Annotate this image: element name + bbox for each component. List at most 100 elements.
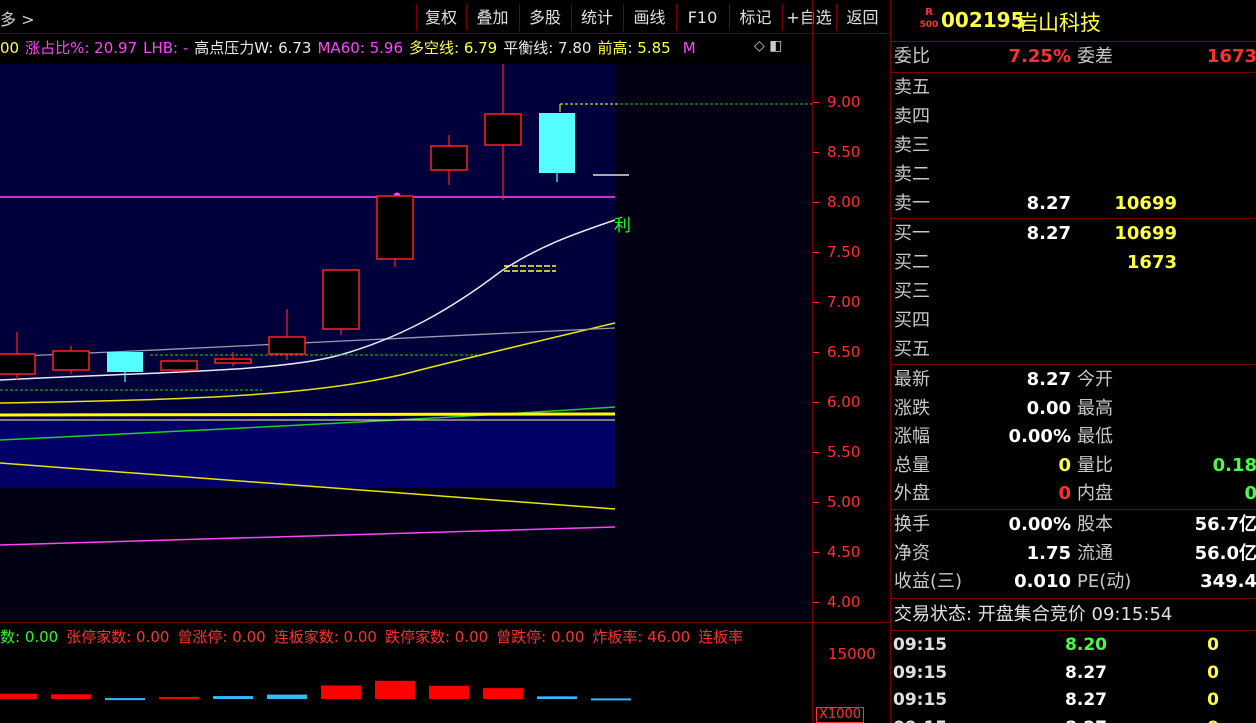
price-tick-mark <box>813 502 819 503</box>
quote-row: 外盘 0 内盘 0 <box>891 480 1256 508</box>
fundamental-label: 流通 <box>1077 542 1113 564</box>
price-tick-mark <box>813 152 819 153</box>
quote-label: 涨幅 <box>894 426 930 447</box>
quote-value: 0 <box>1058 454 1071 476</box>
volume-bar <box>429 685 469 699</box>
divider <box>891 509 1256 510</box>
ask-price: 8.27 <box>1026 193 1071 214</box>
signal-label: 利 <box>614 216 631 236</box>
f10-button[interactable]: F10 <box>676 4 728 31</box>
multi-stock-button[interactable]: 多股 <box>519 4 570 31</box>
indicator-items: 涨占比%: 20.97 LHB: - 高点压力W: 6.73 MA60: 5.96 多空… <box>25 39 677 57</box>
bid-volume: 1673 <box>1126 252 1177 273</box>
ask-level: 卖四 <box>891 103 1256 131</box>
weicha-value: 1673 <box>1206 46 1256 67</box>
weibi-value: 7.25% <box>1008 46 1071 67</box>
fundamental-label: 收益(三) <box>894 571 963 592</box>
ask-volume: 10699 <box>1114 193 1177 214</box>
tick-row[interactable]: 09:15 8.20 0 <box>891 632 1256 659</box>
tick-time: 09:15 <box>893 662 948 683</box>
volume-bar <box>213 696 253 699</box>
draw-line-button[interactable]: 画线 <box>623 4 675 31</box>
indicator-item: 多空线: 6.79 <box>409 39 498 57</box>
range-band-lower <box>0 418 615 488</box>
indicator-item: LHB: - <box>143 39 189 57</box>
sub-indicator-item: 连板率 <box>698 628 744 646</box>
quote-label: 外盘 <box>894 483 930 504</box>
fundamental-value: 56.7亿 <box>1194 514 1256 535</box>
fundamental-label: 换手 <box>894 514 930 535</box>
bid-label: 买二 <box>894 252 930 273</box>
candle-body <box>214 358 252 364</box>
quote-value: 0 <box>1058 483 1071 504</box>
statistics-button[interactable]: 统计 <box>571 4 622 31</box>
ask-level: 卖一 8.27 10699 <box>891 190 1256 218</box>
divider <box>891 72 1256 73</box>
price-tick: 5.50 <box>827 443 861 461</box>
balance-line <box>0 412 616 417</box>
volume-bar <box>0 693 37 699</box>
divider <box>891 630 1256 631</box>
ask-level: 卖二 <box>891 161 1256 189</box>
bid-level: 买四 <box>891 307 1256 335</box>
quote-value: 8.27 <box>1026 369 1071 390</box>
sub-indicator-item: 曾涨停: 0.00 <box>177 628 266 646</box>
tick-price: 8.27 <box>1065 662 1107 683</box>
bid-label: 买五 <box>894 339 930 360</box>
volume-axis-label: 15000 <box>828 645 876 663</box>
volume-bar <box>105 698 145 701</box>
stock-code: 002195 <box>941 8 1025 32</box>
bid-level: 买二 1673 <box>891 249 1256 277</box>
fundamental-value: 1.75 <box>1026 542 1071 564</box>
volume-bar <box>483 688 523 699</box>
candle-body <box>430 145 468 171</box>
price-tick: 6.50 <box>827 343 861 361</box>
indicator-item: 前高: 5.85 <box>597 39 671 57</box>
quote-value: 0 <box>1244 483 1256 504</box>
tick-row[interactable]: 09:15 8.27 0 <box>891 660 1256 687</box>
overlay-button[interactable]: 叠加 <box>466 4 518 31</box>
price-tick-mark <box>813 302 819 303</box>
quote-label: 内盘 <box>1077 483 1113 504</box>
sub-indicator-item: 炸板率: 46.00 <box>592 628 691 646</box>
candle-body <box>160 360 198 371</box>
price-tick: 6.00 <box>827 393 861 411</box>
price-tick-mark <box>813 602 819 603</box>
fundamental-row: 净资 1.75 流通 56.0亿 <box>891 540 1256 568</box>
price-tick: 9.00 <box>827 93 861 111</box>
tick-price: 8.27 <box>1065 690 1107 710</box>
margin-badge: R 500 <box>919 6 939 32</box>
fundamental-row: 换手 0.00% 股本 56.7亿 <box>891 511 1256 539</box>
ask-label: 卖一 <box>894 193 930 214</box>
bid-label: 买四 <box>894 310 930 331</box>
fundamental-label: PE(动) <box>1077 571 1132 592</box>
price-tick: 8.00 <box>827 193 861 211</box>
kline-chart-area[interactable]: 多 > 复权 叠加 多股 统计 画线 F10 标记 +自选 返回 00 涨占比%:… <box>0 0 890 723</box>
breadcrumb[interactable]: 多 > <box>0 6 35 30</box>
volume-bar <box>321 685 361 699</box>
ask-label: 卖四 <box>894 106 930 127</box>
chart-control-icons[interactable]: ◇ ◧ <box>754 38 782 54</box>
quote-value: 0.18 <box>1212 454 1256 476</box>
fundamental-value: 349.4 <box>1200 571 1256 592</box>
indicator-item: 高点压力W: 6.73 <box>194 39 312 57</box>
volume-bar <box>51 694 91 699</box>
price-tick: 8.50 <box>827 143 861 161</box>
candle-body <box>0 353 36 375</box>
divider <box>891 218 1256 219</box>
quote-value: 0.00% <box>1008 426 1071 447</box>
price-tick-mark <box>813 552 819 553</box>
quote-value: 0.00 <box>1026 397 1071 419</box>
price-tick: 5.00 <box>827 493 861 511</box>
tick-time: 09:15 <box>893 715 947 723</box>
tick-price: 8.20 <box>1065 635 1107 655</box>
volume-plot[interactable] <box>0 648 812 723</box>
mark-button[interactable]: 标记 <box>729 4 781 31</box>
sub-indicator-item: 连板家数: 0.00 <box>273 628 377 646</box>
tick-row[interactable]: 09:15 8.27 0 <box>891 687 1256 714</box>
fuquan-button[interactable]: 复权 <box>416 4 465 31</box>
tick-row[interactable]: 09:15 8.27 0 <box>891 715 1256 723</box>
sub-indicator-item: 曾跌停: 0.00 <box>496 628 585 646</box>
ask-level: 卖五 <box>891 74 1256 102</box>
candlestick-plot[interactable]: 利 <box>0 60 812 620</box>
